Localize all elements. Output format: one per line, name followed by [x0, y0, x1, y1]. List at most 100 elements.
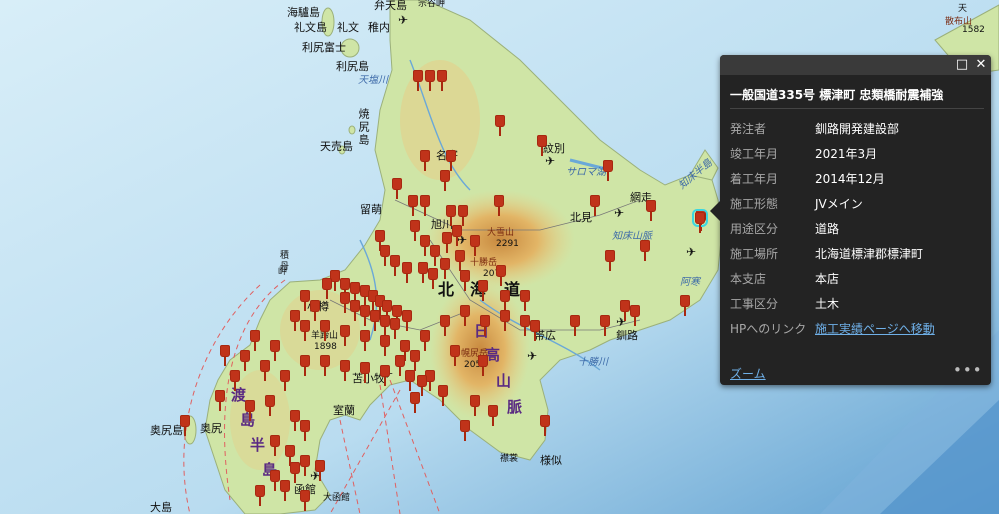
project-pin[interactable]	[455, 250, 465, 271]
project-pin[interactable]	[310, 300, 320, 321]
project-pin[interactable]	[442, 232, 452, 253]
project-pin[interactable]	[537, 135, 547, 156]
project-pin[interactable]	[603, 160, 613, 181]
project-pin[interactable]	[420, 330, 430, 351]
project-pin[interactable]	[530, 320, 540, 341]
project-pin[interactable]	[360, 330, 370, 351]
zoom-link[interactable]: ズーム	[730, 365, 766, 382]
project-pin[interactable]	[240, 350, 250, 371]
project-pin[interactable]	[270, 340, 280, 361]
project-pin[interactable]	[255, 485, 265, 506]
project-pin[interactable]	[420, 195, 430, 216]
project-pin[interactable]	[605, 250, 615, 271]
project-pin[interactable]	[260, 360, 270, 381]
project-pin[interactable]	[420, 235, 430, 256]
project-pin[interactable]	[420, 150, 430, 171]
project-pin[interactable]	[640, 240, 650, 261]
project-pin[interactable]	[245, 400, 255, 421]
project-pin[interactable]	[340, 292, 350, 313]
close-button[interactable]: ✕	[974, 58, 988, 72]
project-pin[interactable]	[392, 178, 402, 199]
project-pin[interactable]	[460, 270, 470, 291]
project-pin[interactable]	[405, 370, 415, 391]
project-pin[interactable]	[380, 245, 390, 266]
project-pin[interactable]	[460, 420, 470, 441]
project-pin[interactable]	[395, 355, 405, 376]
project-pin[interactable]	[265, 395, 275, 416]
project-pin[interactable]	[290, 410, 300, 431]
project-pin[interactable]	[300, 490, 310, 511]
project-pin[interactable]	[495, 115, 505, 136]
project-pin[interactable]	[270, 435, 280, 456]
project-pin[interactable]	[300, 455, 310, 476]
project-pin[interactable]	[600, 315, 610, 336]
project-pin[interactable]	[437, 70, 447, 91]
project-pin[interactable]	[446, 205, 456, 226]
project-pin[interactable]	[680, 295, 690, 316]
project-pin[interactable]	[410, 350, 420, 371]
project-pin[interactable]	[410, 220, 420, 241]
project-pin[interactable]	[478, 355, 488, 376]
selected-project-pin[interactable]	[692, 209, 708, 233]
project-pin[interactable]	[452, 225, 462, 246]
project-pin[interactable]	[390, 318, 400, 339]
project-pin[interactable]	[418, 262, 428, 283]
project-pin[interactable]	[300, 290, 310, 311]
project-pin[interactable]	[402, 310, 412, 331]
project-pin[interactable]	[450, 345, 460, 366]
project-pin[interactable]	[230, 370, 240, 391]
project-pin[interactable]	[478, 280, 488, 301]
project-pin[interactable]	[620, 300, 630, 321]
project-pin[interactable]	[290, 310, 300, 331]
project-pin[interactable]	[290, 462, 300, 483]
project-pin[interactable]	[500, 290, 510, 311]
project-pin[interactable]	[458, 205, 468, 226]
project-pin[interactable]	[430, 245, 440, 266]
project-pin[interactable]	[380, 315, 390, 336]
project-pin[interactable]	[320, 320, 330, 341]
project-pin[interactable]	[402, 262, 412, 283]
project-pin[interactable]	[520, 315, 530, 336]
project-pin[interactable]	[470, 395, 480, 416]
project-pin[interactable]	[460, 305, 470, 326]
project-pin[interactable]	[315, 460, 325, 481]
project-pin[interactable]	[446, 150, 456, 171]
project-pin[interactable]	[480, 315, 490, 336]
project-pin[interactable]	[470, 235, 480, 256]
project-pin[interactable]	[408, 195, 418, 216]
more-options-button[interactable]: •••	[953, 361, 983, 379]
project-pin[interactable]	[322, 278, 332, 299]
project-pin[interactable]	[390, 255, 400, 276]
project-pin[interactable]	[360, 362, 370, 383]
project-pin[interactable]	[300, 320, 310, 341]
project-pin[interactable]	[360, 305, 370, 326]
project-pin[interactable]	[488, 405, 498, 426]
project-pin[interactable]	[440, 170, 450, 191]
project-pin[interactable]	[370, 310, 380, 331]
project-pin[interactable]	[496, 265, 506, 286]
project-pin[interactable]	[180, 415, 190, 436]
hp-link[interactable]: 施工実績ページへ移動	[815, 320, 935, 337]
project-pin[interactable]	[350, 300, 360, 321]
project-pin[interactable]	[410, 392, 420, 413]
project-pin[interactable]	[280, 370, 290, 391]
project-pin[interactable]	[413, 70, 423, 91]
project-pin[interactable]	[340, 360, 350, 381]
project-pin[interactable]	[438, 385, 448, 406]
project-pin[interactable]	[280, 480, 290, 501]
project-pin[interactable]	[250, 330, 260, 351]
project-pin[interactable]	[440, 315, 450, 336]
project-pin[interactable]	[425, 70, 435, 91]
project-pin[interactable]	[300, 355, 310, 376]
maximize-button[interactable]: □	[955, 58, 969, 72]
project-pin[interactable]	[590, 195, 600, 216]
project-pin[interactable]	[540, 415, 550, 436]
project-pin[interactable]	[570, 315, 580, 336]
project-pin[interactable]	[215, 390, 225, 411]
project-pin[interactable]	[646, 200, 656, 221]
project-pin[interactable]	[440, 258, 450, 279]
project-pin[interactable]	[630, 305, 640, 326]
project-pin[interactable]	[428, 268, 438, 289]
project-pin[interactable]	[380, 365, 390, 386]
project-pin[interactable]	[380, 335, 390, 356]
